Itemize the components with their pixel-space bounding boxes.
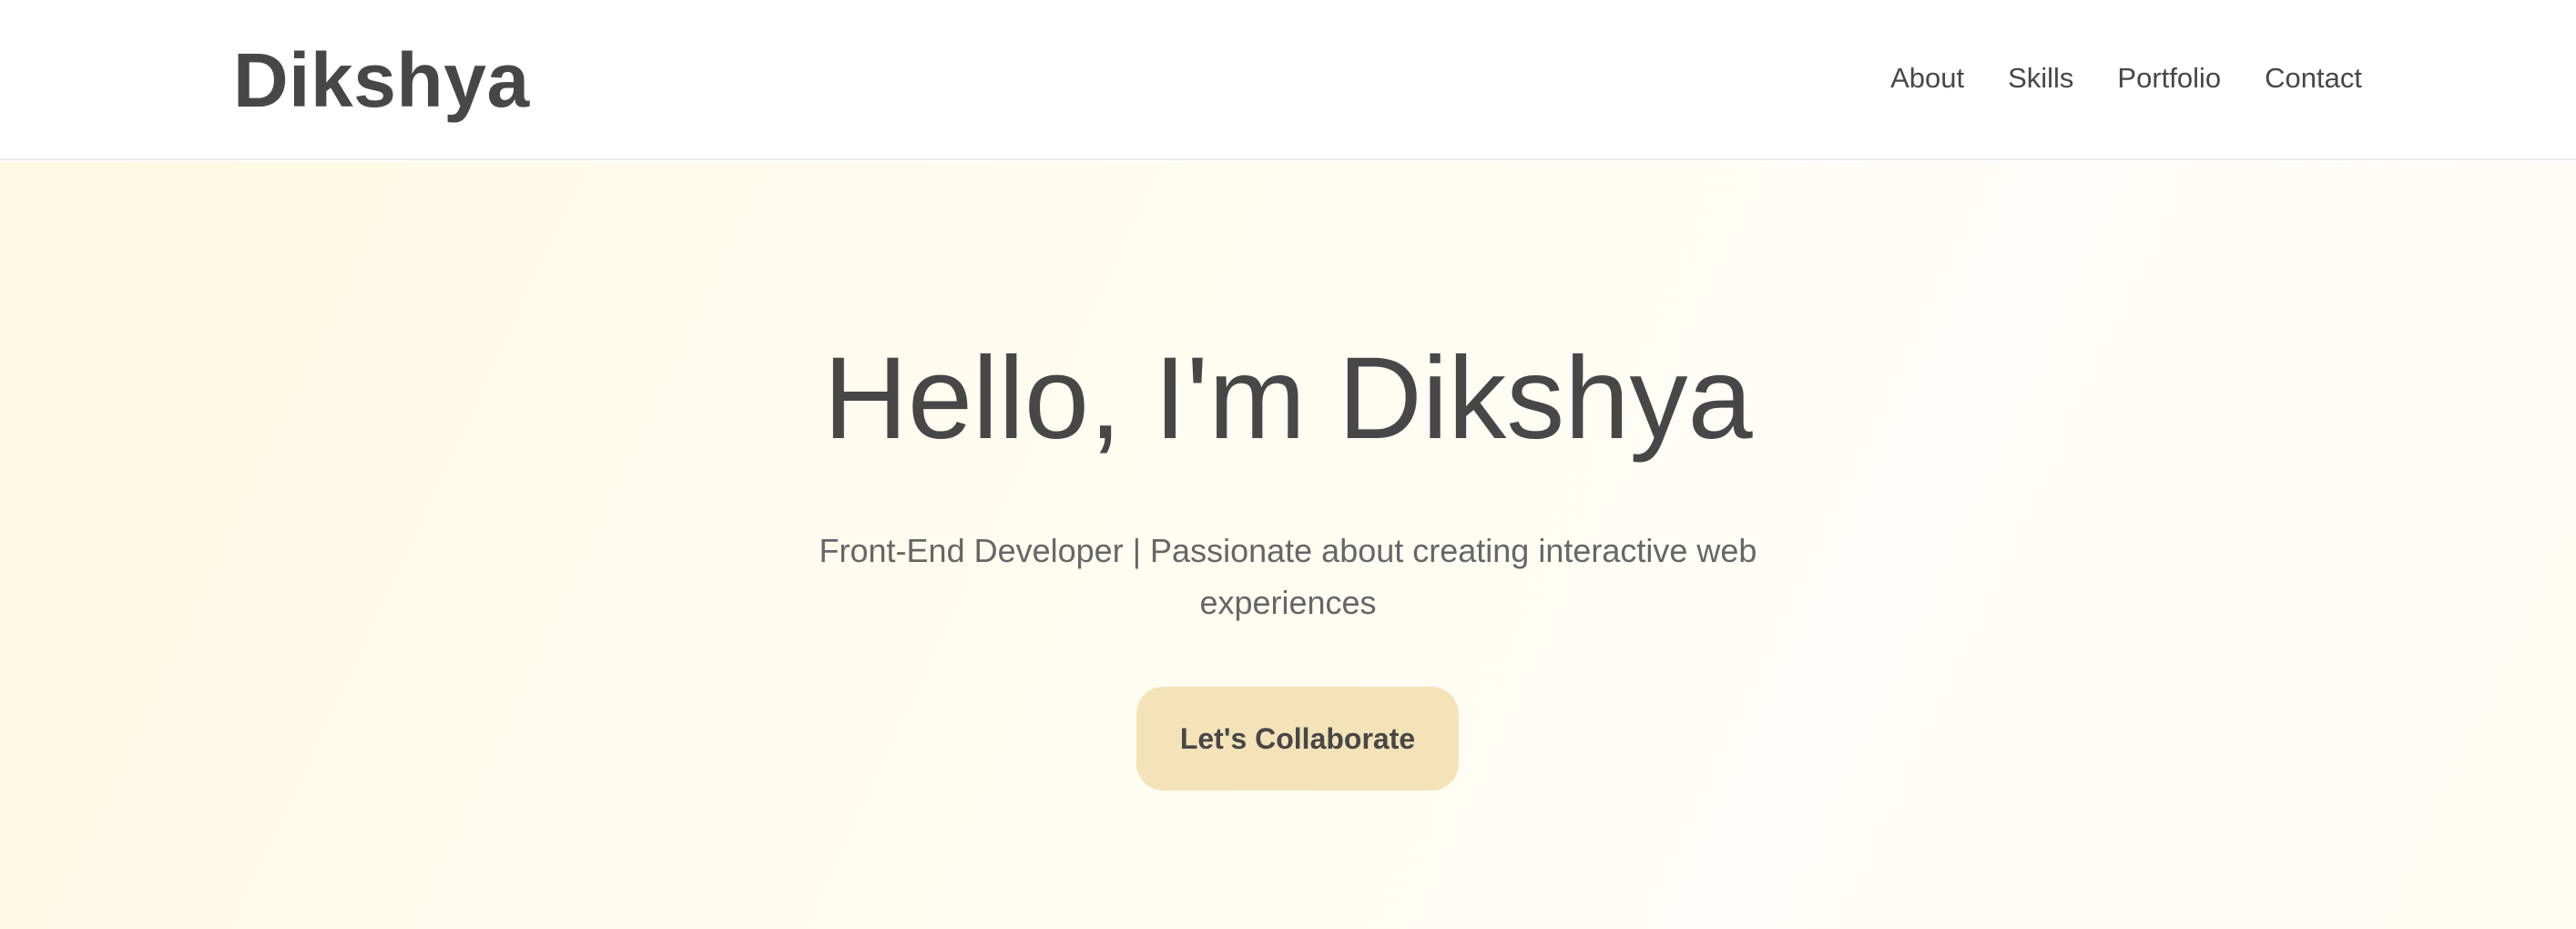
- brand-logo[interactable]: Dikshya: [233, 36, 530, 124]
- main-nav: About Skills Portfolio Contact: [1890, 60, 2362, 97]
- nav-link-portfolio[interactable]: Portfolio: [2117, 60, 2221, 97]
- hero-subtitle: Front-End Developer | Passionate about c…: [819, 532, 1757, 621]
- hero-section: Hello, I'm Dikshya Front-End Developer |…: [0, 162, 2576, 929]
- nav-link-about[interactable]: About: [1890, 60, 1964, 97]
- collaborate-button[interactable]: Let's Collaborate: [1136, 687, 1459, 791]
- site-header: Dikshya About Skills Portfolio Contact: [0, 0, 2576, 160]
- nav-link-skills[interactable]: Skills: [2008, 60, 2073, 97]
- hero-title: Hello, I'm Dikshya: [823, 333, 1753, 464]
- nav-link-contact[interactable]: Contact: [2265, 60, 2362, 97]
